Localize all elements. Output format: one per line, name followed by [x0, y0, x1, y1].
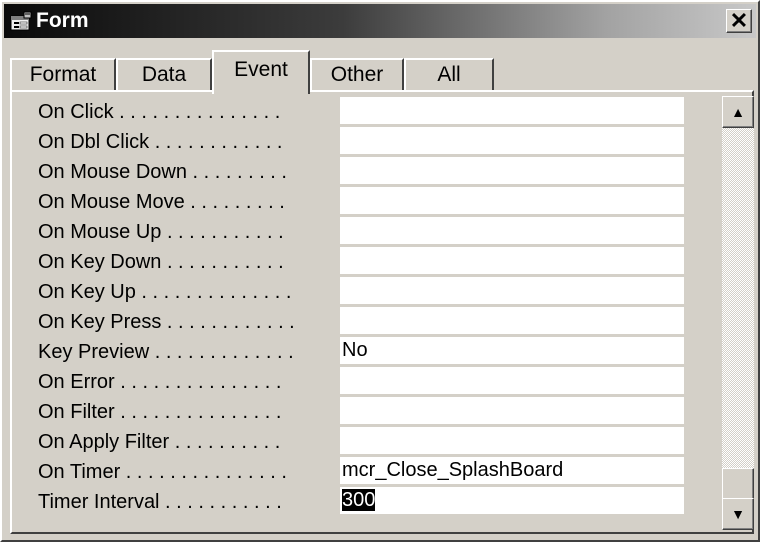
- close-button[interactable]: ✕: [726, 9, 752, 33]
- property-value-field[interactable]: [340, 187, 684, 214]
- property-value-field[interactable]: 300: [340, 487, 684, 514]
- property-label: On Click . . . . . . . . . . . . . . .: [38, 101, 281, 123]
- vertical-scrollbar[interactable]: ▲ ▼: [722, 96, 754, 530]
- selected-value-text: 300: [342, 489, 376, 511]
- property-row-on-click: On Click . . . . . . . . . . . . . . .: [18, 96, 684, 126]
- property-label: Timer Interval . . . . . . . . . . .: [38, 491, 282, 513]
- property-label: On Key Press . . . . . . . . . . . .: [38, 311, 295, 333]
- tab-all[interactable]: All: [404, 58, 494, 92]
- arrow-up-icon: ▲: [731, 104, 745, 120]
- property-row-key-preview: Key Preview . . . . . . . . . . . . . No: [18, 336, 684, 366]
- property-row-on-key-press: On Key Press . . . . . . . . . . . .: [18, 306, 684, 336]
- property-value-field[interactable]: [340, 157, 684, 184]
- property-value-field[interactable]: [340, 397, 684, 424]
- property-row-on-mouse-down: On Mouse Down . . . . . . . . .: [18, 156, 684, 186]
- scroll-up-button[interactable]: ▲: [722, 96, 754, 128]
- property-value-field[interactable]: mcr_Close_SplashBoard: [340, 457, 684, 484]
- property-row-on-timer: On Timer . . . . . . . . . . . . . . . m…: [18, 456, 684, 486]
- title-bar[interactable]: Form ✕: [4, 4, 756, 38]
- property-row-on-mouse-up: On Mouse Up . . . . . . . . . . .: [18, 216, 684, 246]
- property-label: On Mouse Up . . . . . . . . . . .: [38, 221, 284, 243]
- property-label: On Key Up . . . . . . . . . . . . . .: [38, 281, 292, 303]
- property-label: On Timer . . . . . . . . . . . . . . .: [38, 461, 287, 483]
- scrollbar-thumb[interactable]: [722, 468, 754, 500]
- property-row-on-filter: On Filter . . . . . . . . . . . . . . .: [18, 396, 684, 426]
- arrow-down-icon: ▼: [731, 506, 745, 522]
- tab-format[interactable]: Format: [10, 58, 116, 92]
- property-row-on-key-up: On Key Up . . . . . . . . . . . . . .: [18, 276, 684, 306]
- tab-other[interactable]: Other: [310, 58, 404, 92]
- close-icon: ✕: [729, 8, 749, 33]
- property-label: On Error . . . . . . . . . . . . . . .: [38, 371, 282, 393]
- property-label: On Filter . . . . . . . . . . . . . . .: [38, 401, 282, 423]
- window-title: Form: [36, 9, 89, 32]
- property-value-field[interactable]: [340, 127, 684, 154]
- property-list: On Click . . . . . . . . . . . . . . . O…: [18, 96, 684, 516]
- property-row-on-apply-filter: On Apply Filter . . . . . . . . . .: [18, 426, 684, 456]
- property-value-field[interactable]: [340, 97, 684, 124]
- property-label: On Dbl Click . . . . . . . . . . . .: [38, 131, 283, 153]
- tab-event[interactable]: Event: [212, 50, 310, 94]
- property-row-on-error: On Error . . . . . . . . . . . . . . .: [18, 366, 684, 396]
- property-row-on-dbl-click: On Dbl Click . . . . . . . . . . . .: [18, 126, 684, 156]
- property-row-on-key-down: On Key Down . . . . . . . . . . .: [18, 246, 684, 276]
- property-value-field[interactable]: [340, 307, 684, 334]
- property-value-field[interactable]: [340, 367, 684, 394]
- property-row-on-mouse-move: On Mouse Move . . . . . . . . .: [18, 186, 684, 216]
- property-label: On Mouse Move . . . . . . . . .: [38, 191, 285, 213]
- form-properties-icon: [10, 11, 32, 31]
- property-tabs: Format Data Event Other All: [10, 50, 750, 94]
- property-label: On Mouse Down . . . . . . . . .: [38, 161, 287, 183]
- property-value-field[interactable]: No: [340, 337, 684, 364]
- tab-data[interactable]: Data: [116, 58, 212, 92]
- scroll-down-button[interactable]: ▼: [722, 498, 754, 530]
- form-property-sheet-window: Form ✕ Format Data Event Other All On Cl…: [0, 0, 760, 542]
- property-value-field[interactable]: [340, 427, 684, 454]
- property-value-field[interactable]: [340, 247, 684, 274]
- property-label: Key Preview . . . . . . . . . . . . .: [38, 341, 294, 363]
- property-label: On Key Down . . . . . . . . . . .: [38, 251, 284, 273]
- property-value-field[interactable]: [340, 217, 684, 244]
- property-label: On Apply Filter . . . . . . . . . .: [38, 431, 281, 453]
- property-value-field[interactable]: [340, 277, 684, 304]
- property-row-timer-interval: Timer Interval . . . . . . . . . . . 300: [18, 486, 684, 516]
